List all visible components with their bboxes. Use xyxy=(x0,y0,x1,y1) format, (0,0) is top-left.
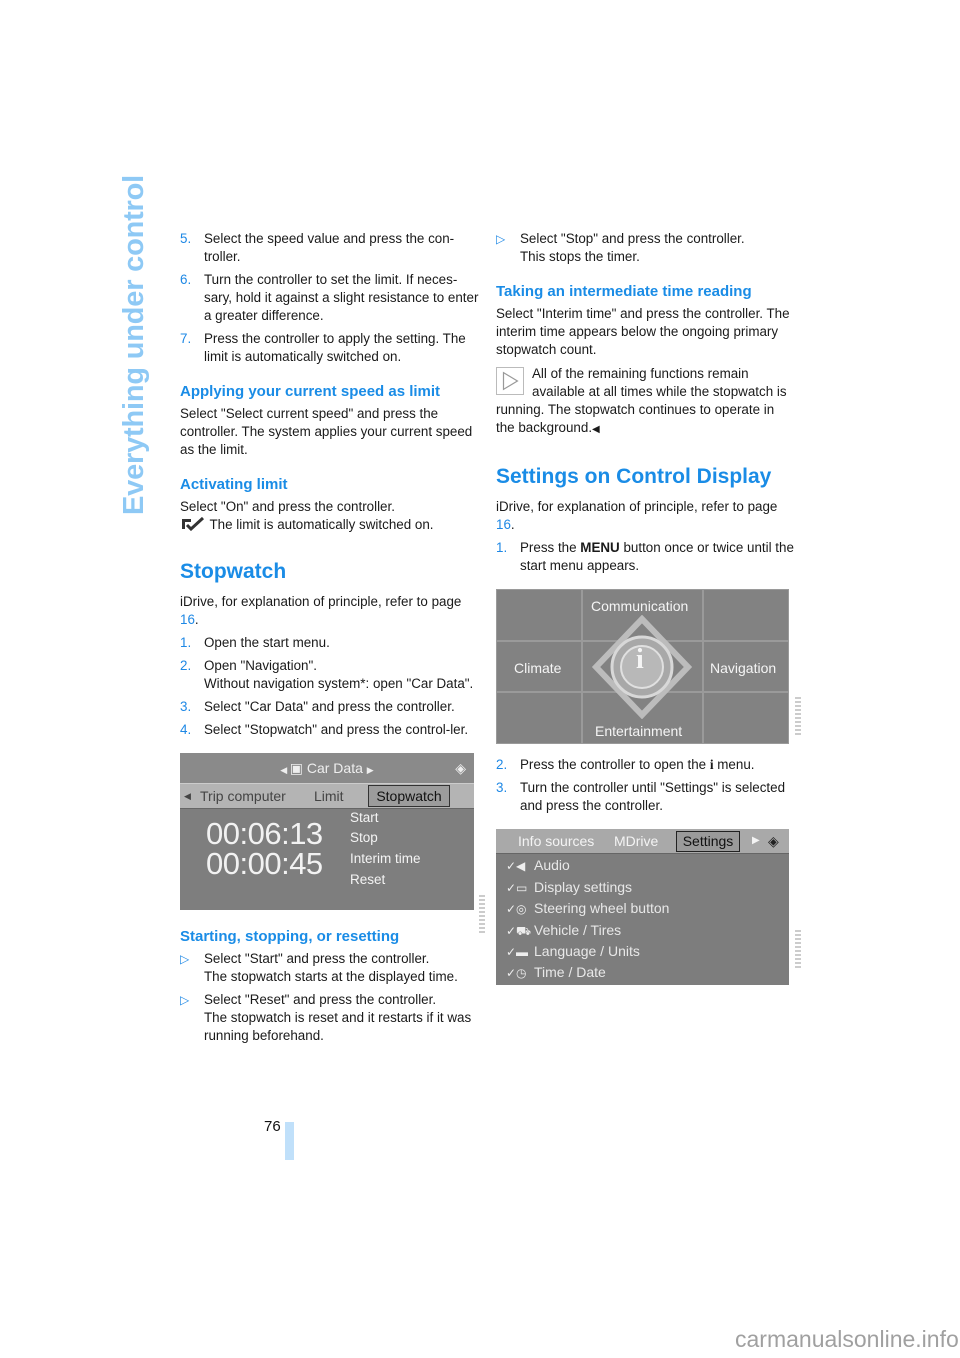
settings-item-time: ✓◷ Time / Date xyxy=(506,962,606,983)
clock-icon: ✓◷ xyxy=(506,966,527,980)
image-code-tag xyxy=(795,930,801,970)
list-item: ▷ Select "Reset" and press the controller… xyxy=(180,992,472,1043)
note-block: All of the remaining functions remain av… xyxy=(496,366,787,435)
heading-activating-limit: Activating limit xyxy=(180,476,288,493)
image-code-tag xyxy=(795,697,801,737)
screen-tabs: ◀ Trip computer Limit Stopwatch xyxy=(180,783,474,809)
list-item: 2. Open "Navigation". Without navigation s… xyxy=(180,658,474,691)
list-item: ▷ Select "Start" and press the controller… xyxy=(180,951,458,984)
option-reset: Reset xyxy=(350,872,386,887)
settings-screen-image: Info sources MDrive Settings ▶ ◈ ✓◀ Audio… xyxy=(496,829,789,985)
arrow-right-icon: ▶ xyxy=(752,835,760,846)
settings-item-steering: ✓◎ Steering wheel button xyxy=(506,898,669,919)
menu-climate: Climate xyxy=(514,660,562,676)
start-menu-screen-image: i Communication Climate Navigation Enter… xyxy=(496,589,789,744)
chapter-title-text: Everything under control xyxy=(118,174,150,515)
list-item: 4. Select "Stopwatch" and press the contr… xyxy=(180,722,469,737)
menu-cell xyxy=(496,692,582,744)
settings-item-audio: ✓◀ Audio xyxy=(506,855,570,876)
menu-button-label: MENU xyxy=(580,540,620,555)
menu-communication: Communication xyxy=(591,598,689,614)
info-i-icon: i xyxy=(636,644,644,675)
screen-title-bar: ◀ ▣ Car Data ▶ ◈ xyxy=(180,753,474,783)
arrow-right-icon: ▶ xyxy=(366,765,374,775)
paragraph: iDrive, for explanation of principle, re… xyxy=(496,499,778,532)
right-column: ▷ Select "Stop" and press the controller.… xyxy=(496,230,796,985)
paragraph: Select "On" and press the controller. xyxy=(180,499,395,514)
settings-item-display: ✓▭ Display settings xyxy=(506,877,632,898)
arrow-left-icon: ◀ xyxy=(280,765,290,775)
stopwatch-time: 00:06:13 xyxy=(206,816,323,851)
paragraph: Select "Interim time" and press the cont… xyxy=(496,306,790,357)
screen-tabs: Info sources MDrive Settings ▶ ◈ xyxy=(496,829,789,854)
list-item: 3. Turn the controller until "Settings" i… xyxy=(496,780,786,813)
heading-applying-speed: Applying your current speed as limit xyxy=(180,383,441,400)
bullet-triangle-icon: ▷ xyxy=(180,952,190,966)
list-item: ▷ Select "Stop" and press the controller.… xyxy=(496,231,745,264)
list-item: 1. Press the MENU button once or twice un… xyxy=(496,540,794,573)
tab-limit: Limit xyxy=(314,788,344,804)
bullet-triangle-icon: ▷ xyxy=(180,993,190,1007)
heading-starting-stopping: Starting, stopping, or resetting xyxy=(180,928,400,945)
tab-trip-computer: Trip computer xyxy=(200,788,286,804)
menu-navigation: Navigation xyxy=(710,660,777,676)
tab-mdrive: MDrive xyxy=(614,833,659,849)
list-item: 7. Press the controller to apply the sett… xyxy=(180,331,466,364)
menu-cell xyxy=(703,692,789,744)
paragraph: iDrive, for explanation of principle, re… xyxy=(180,594,462,627)
list-item: 1. Open the start menu. xyxy=(180,635,330,650)
computer-icon: ▣ xyxy=(289,760,307,776)
audio-icon: ✓◀ xyxy=(506,859,526,873)
page-link[interactable]: 16 xyxy=(180,612,195,627)
checkmark-icon xyxy=(182,517,205,531)
page-number: 76 xyxy=(264,1118,281,1135)
vehicle-icon: ✓⛟ xyxy=(506,924,532,938)
settings-item-language: ✓▬ Language / Units xyxy=(506,941,640,962)
option-stop: Stop xyxy=(350,830,378,845)
image-code-tag xyxy=(479,895,485,935)
heading-intermediate-time: Taking an intermediate time reading xyxy=(496,283,752,300)
left-column: 5. Select the speed value and press the c… xyxy=(180,230,480,1050)
controller-icon: ◈ xyxy=(768,833,779,849)
option-start: Start xyxy=(350,810,379,825)
list-item: 6. Turn the controller to set the limit. … xyxy=(180,272,479,323)
tab-stopwatch-selected: Stopwatch xyxy=(368,785,450,807)
list-item: 2. Press the controller to open the i men… xyxy=(496,757,755,772)
tab-settings-selected: Settings xyxy=(676,831,740,852)
display-icon: ✓▭ xyxy=(506,881,528,895)
watermark: carmanualsonline.info xyxy=(735,1326,959,1352)
steering-wheel-icon: ✓◎ xyxy=(506,902,527,916)
bullet-triangle-icon: ▷ xyxy=(496,232,506,246)
arrow-left-icon: ◀ xyxy=(184,791,191,801)
paragraph: The limit is automatically switched on. xyxy=(180,516,480,534)
menu-cell xyxy=(496,589,582,641)
tab-info-sources: Info sources xyxy=(518,833,595,849)
settings-item-vehicle: ✓⛟ Vehicle / Tires xyxy=(506,920,621,941)
interim-time: 00:00:45 xyxy=(206,846,323,881)
stopwatch-screen-image: ◀ ▣ Car Data ▶ ◈ ◀ Trip computer Limit S… xyxy=(180,753,474,910)
paragraph: Select "Select current speed" and press … xyxy=(180,406,473,457)
page-marker-bar xyxy=(285,1122,294,1160)
language-icon: ✓▬ xyxy=(506,945,529,959)
note-triangle-icon xyxy=(496,367,524,395)
controller-icon: ◈ xyxy=(455,760,466,776)
list-item: 5. Select the speed value and press the c… xyxy=(180,231,455,264)
page-link[interactable]: 16 xyxy=(496,517,511,532)
menu-cell xyxy=(703,589,789,641)
heading-settings-control-display: Settings on Control Display xyxy=(496,465,772,488)
menu-entertainment: Entertainment xyxy=(595,723,683,739)
heading-stopwatch: Stopwatch xyxy=(180,560,287,583)
list-item: 3. Select "Car Data" and press the contro… xyxy=(180,699,455,714)
option-interim-time: Interim time xyxy=(350,851,421,866)
